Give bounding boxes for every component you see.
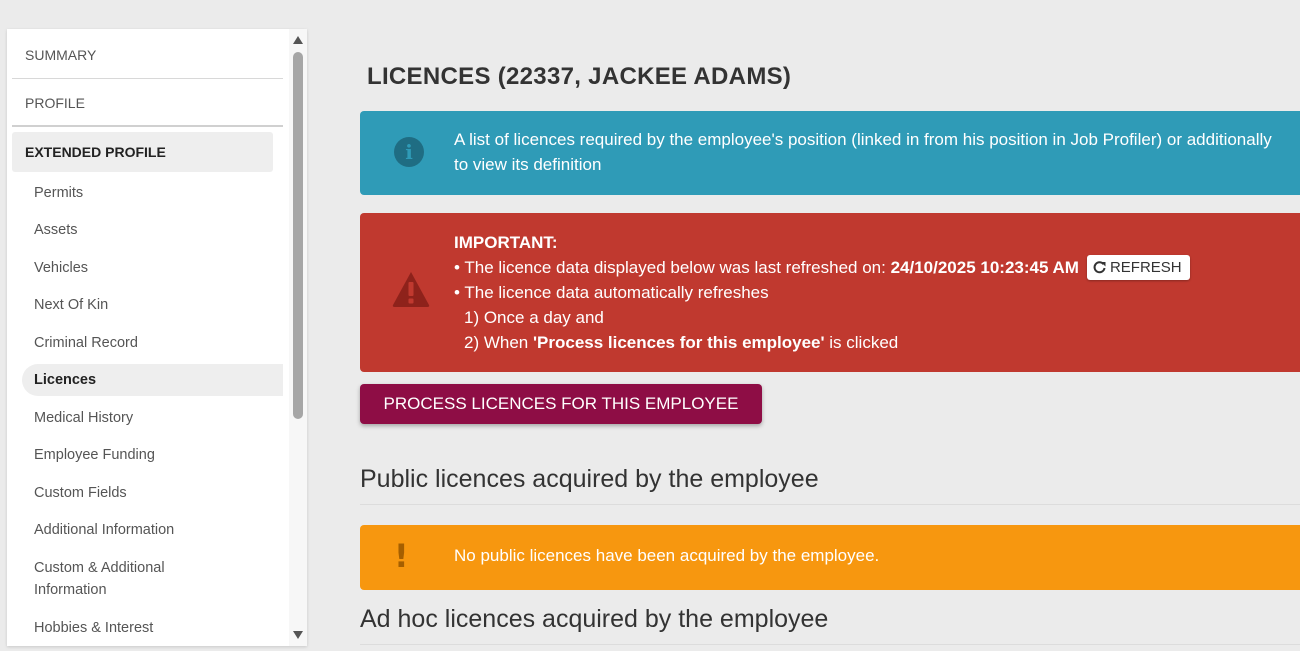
important-line-refreshed: • The licence data displayed below was l… (454, 254, 1190, 280)
when-bold: 'Process licences for this employee' (532, 333, 825, 352)
refreshed-timestamp: 24/10/2025 10:23:45 AM (890, 258, 1079, 277)
sidebar-item-vehicles[interactable]: Vehicles (22, 252, 283, 284)
scroll-down-arrow-icon[interactable] (293, 631, 303, 639)
sidebar-item-custom-fields[interactable]: Custom Fields (22, 477, 283, 509)
info-alert-line2: to view its definition (454, 155, 602, 174)
page-title: LICENCES (22337, JACKEE ADAMS) (367, 63, 792, 90)
info-alert-line1: A list of licences required by the emplo… (454, 130, 1272, 149)
sidebar-item-summary[interactable]: SUMMARY (12, 31, 283, 79)
page: SUMMARY PROFILE EXTENDED PROFILE Permits… (0, 0, 1300, 651)
sidebar-item-employee-funding[interactable]: Employee Funding (22, 439, 283, 471)
sidebar-item-custom-additional-information[interactable]: Custom & Additional Information (22, 556, 283, 602)
info-alert-text: A list of licences required by the emplo… (454, 127, 1300, 177)
sidebar-item-additional-information[interactable]: Additional Information (22, 514, 283, 546)
scroll-thumb[interactable] (293, 52, 303, 419)
refresh-label: REFRESH (1109, 258, 1182, 276)
sidebar-item-permits[interactable]: Permits (22, 177, 283, 209)
sidebar-item-profile[interactable]: PROFILE (12, 79, 283, 127)
sidebar: SUMMARY PROFILE EXTENDED PROFILE Permits… (7, 29, 307, 646)
exclamation-icon: ! (394, 537, 409, 575)
warning-triangle-icon (392, 272, 430, 307)
when-prefix: 2) When (464, 333, 533, 352)
sidebar-item-extended-profile[interactable]: EXTENDED PROFILE (12, 132, 273, 172)
refresh-icon (1093, 260, 1106, 273)
important-line-once-a-day: 1) Once a day and (464, 308, 604, 327)
sidebar-scrollbar[interactable] (289, 29, 307, 646)
public-licences-heading: Public licences acquired by the employee (360, 465, 1300, 505)
info-alert: i A list of licences required by the emp… (360, 111, 1300, 195)
no-public-licences-alert: ! No public licences have been acquired … (360, 525, 1300, 590)
important-alert-text: IMPORTANT: • The licence data displayed … (454, 230, 1190, 355)
refreshed-prefix: • The licence data displayed below was l… (454, 258, 891, 277)
no-public-licences-text: No public licences have been acquired by… (454, 546, 880, 565)
sidebar-item-criminal-record[interactable]: Criminal Record (22, 327, 283, 359)
important-alert: IMPORTANT: • The licence data displayed … (360, 213, 1300, 372)
refresh-button[interactable]: REFRESH (1086, 254, 1190, 280)
important-line-when-clicked: 2) When 'Process licences for this emplo… (454, 330, 1190, 355)
sidebar-item-medical-history[interactable]: Medical History (22, 402, 283, 434)
important-line-auto: • The licence data automatically refresh… (454, 283, 769, 302)
important-heading: IMPORTANT: (454, 233, 558, 252)
sidebar-item-assets[interactable]: Assets (22, 214, 283, 246)
sidebar-item-next-of-kin[interactable]: Next Of Kin (22, 289, 283, 321)
adhoc-licences-heading: Ad hoc licences acquired by the employee (360, 605, 1300, 645)
info-circle-icon: i (394, 137, 424, 167)
process-licences-button[interactable]: PROCESS LICENCES FOR THIS EMPLOYEE (360, 384, 762, 424)
when-suffix: is clicked (824, 333, 899, 352)
sidebar-item-hobbies-interest[interactable]: Hobbies & Interest (22, 612, 283, 644)
scroll-up-arrow-icon[interactable] (293, 36, 303, 44)
sidebar-item-licences[interactable]: Licences (22, 364, 283, 396)
